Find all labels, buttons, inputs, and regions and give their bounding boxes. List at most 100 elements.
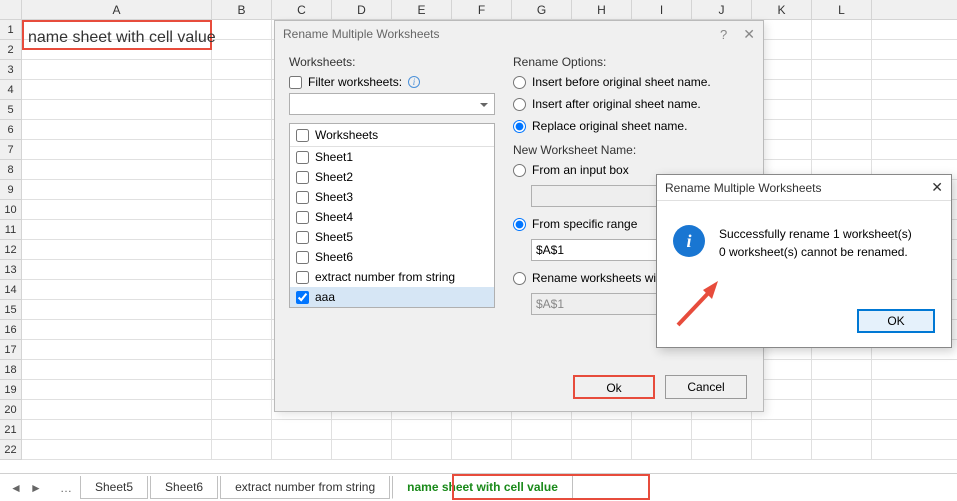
- radio-rename-with-cell[interactable]: [513, 272, 526, 285]
- radio-specific-range-label: From specific range: [532, 217, 637, 231]
- col-header-F[interactable]: F: [452, 0, 512, 19]
- msgbox-close-icon[interactable]: ✕: [931, 179, 943, 196]
- worksheet-checkbox[interactable]: [296, 151, 309, 164]
- row-header[interactable]: 4: [0, 80, 21, 100]
- msgbox-ok-button[interactable]: OK: [857, 309, 935, 333]
- col-header-K[interactable]: K: [752, 0, 812, 19]
- row-header[interactable]: 21: [0, 420, 21, 440]
- result-messagebox: Rename Multiple Worksheets ✕ i Successfu…: [656, 174, 952, 348]
- col-header-J[interactable]: J: [692, 0, 752, 19]
- worksheet-item[interactable]: Sheet5: [290, 227, 494, 247]
- row-header[interactable]: 12: [0, 240, 21, 260]
- row-header[interactable]: 5: [0, 100, 21, 120]
- row-header[interactable]: 11: [0, 220, 21, 240]
- radio-insert-after[interactable]: [513, 98, 526, 111]
- row-header[interactable]: 10: [0, 200, 21, 220]
- filter-label: Filter worksheets:: [308, 75, 402, 89]
- msgbox-titlebar[interactable]: Rename Multiple Worksheets ✕: [657, 175, 951, 201]
- worksheet-item[interactable]: Sheet4: [290, 207, 494, 227]
- worksheet-item[interactable]: Sheet6: [290, 247, 494, 267]
- row-header[interactable]: 15: [0, 300, 21, 320]
- row-header[interactable]: 7: [0, 140, 21, 160]
- list-header-label: Worksheets: [315, 128, 378, 142]
- worksheet-checkbox[interactable]: [296, 231, 309, 244]
- row-header[interactable]: 18: [0, 360, 21, 380]
- row-header[interactable]: 22: [0, 440, 21, 460]
- tab-nav-next-icon[interactable]: ►: [28, 480, 44, 496]
- select-all-checkbox[interactable]: [296, 129, 309, 142]
- row-header[interactable]: 14: [0, 280, 21, 300]
- worksheet-label: Sheet6: [315, 250, 353, 264]
- worksheet-item[interactable]: Sheet1: [290, 147, 494, 167]
- row-header[interactable]: 9: [0, 180, 21, 200]
- select-all-corner[interactable]: [0, 0, 22, 19]
- row-header[interactable]: 6: [0, 120, 21, 140]
- worksheet-item[interactable]: extract number from string: [290, 267, 494, 287]
- tab-nav-prev-icon[interactable]: ◄: [8, 480, 24, 496]
- row-header[interactable]: 16: [0, 320, 21, 340]
- tab-overflow-icon[interactable]: …: [52, 481, 80, 495]
- worksheet-item[interactable]: aaa: [290, 287, 494, 307]
- row-header[interactable]: 8: [0, 160, 21, 180]
- worksheet-label: aaa: [315, 290, 335, 304]
- worksheets-list: Worksheets Sheet1 Sheet2 Sheet3 Sheet4 Sheet…: [289, 123, 495, 308]
- col-header-C[interactable]: C: [272, 0, 332, 19]
- worksheet-checkbox[interactable]: [296, 211, 309, 224]
- row-header[interactable]: 1: [0, 20, 21, 40]
- worksheet-item[interactable]: Sheet2: [290, 167, 494, 187]
- worksheet-checkbox[interactable]: [296, 171, 309, 184]
- worksheet-checkbox[interactable]: [296, 271, 309, 284]
- cell-a1-value[interactable]: name sheet with cell value: [28, 29, 216, 47]
- row-header[interactable]: 3: [0, 60, 21, 80]
- worksheets-label: Worksheets:: [289, 55, 495, 69]
- worksheet-checkbox[interactable]: [296, 191, 309, 204]
- worksheet-label: Sheet1: [315, 150, 353, 164]
- col-header-B[interactable]: B: [212, 0, 272, 19]
- row-header[interactable]: 20: [0, 400, 21, 420]
- radio-insert-before[interactable]: [513, 76, 526, 89]
- radio-input-box-label: From an input box: [532, 163, 629, 177]
- msgbox-title: Rename Multiple Worksheets: [665, 181, 931, 195]
- radio-input-box[interactable]: [513, 164, 526, 177]
- row-header[interactable]: 2: [0, 40, 21, 60]
- sheet-tab[interactable]: Sheet6: [150, 476, 218, 499]
- worksheet-label: Sheet2: [315, 170, 353, 184]
- row-header[interactable]: 19: [0, 380, 21, 400]
- row-header[interactable]: 17: [0, 340, 21, 360]
- worksheet-label: Sheet4: [315, 210, 353, 224]
- radio-replace[interactable]: [513, 120, 526, 133]
- col-header-I[interactable]: I: [632, 0, 692, 19]
- filter-checkbox[interactable]: [289, 76, 302, 89]
- worksheet-label: Sheet3: [315, 190, 353, 204]
- row-headers: 12345678910111213141516171819202122: [0, 20, 22, 460]
- col-header-D[interactable]: D: [332, 0, 392, 19]
- msgbox-text: Successfully rename 1 worksheet(s) 0 wor…: [719, 225, 912, 261]
- col-header-G[interactable]: G: [512, 0, 572, 19]
- col-header-E[interactable]: E: [392, 0, 452, 19]
- row-header[interactable]: 13: [0, 260, 21, 280]
- dialog-titlebar[interactable]: Rename Multiple Worksheets ? ✕: [275, 21, 763, 47]
- worksheet-item[interactable]: Sheet3: [290, 187, 494, 207]
- col-header-A[interactable]: A: [22, 0, 212, 19]
- sheet-tab[interactable]: extract number from string: [220, 476, 390, 499]
- worksheet-label: Sheet5: [315, 230, 353, 244]
- help-icon[interactable]: ?: [720, 27, 727, 42]
- cancel-button[interactable]: Cancel: [665, 375, 747, 399]
- sheet-tabs-bar: ◄ ► … Sheet5 Sheet6 extract number from …: [0, 473, 957, 501]
- close-icon[interactable]: ✕: [743, 26, 755, 43]
- radio-replace-label: Replace original sheet name.: [532, 119, 687, 133]
- filter-combo[interactable]: [289, 93, 495, 115]
- new-name-label: New Worksheet Name:: [513, 143, 749, 157]
- col-header-L[interactable]: L: [812, 0, 872, 19]
- info-icon[interactable]: i: [408, 76, 420, 88]
- radio-specific-range[interactable]: [513, 218, 526, 231]
- sheet-tab[interactable]: Sheet5: [80, 476, 148, 499]
- info-icon: i: [673, 225, 705, 257]
- radio-insert-before-label: Insert before original sheet name.: [532, 75, 711, 89]
- dialog-title: Rename Multiple Worksheets: [283, 27, 720, 41]
- worksheet-checkbox[interactable]: [296, 251, 309, 264]
- col-header-H[interactable]: H: [572, 0, 632, 19]
- sheet-tab-active[interactable]: name sheet with cell value: [392, 476, 573, 499]
- ok-button[interactable]: Ok: [573, 375, 655, 399]
- worksheet-checkbox[interactable]: [296, 291, 309, 304]
